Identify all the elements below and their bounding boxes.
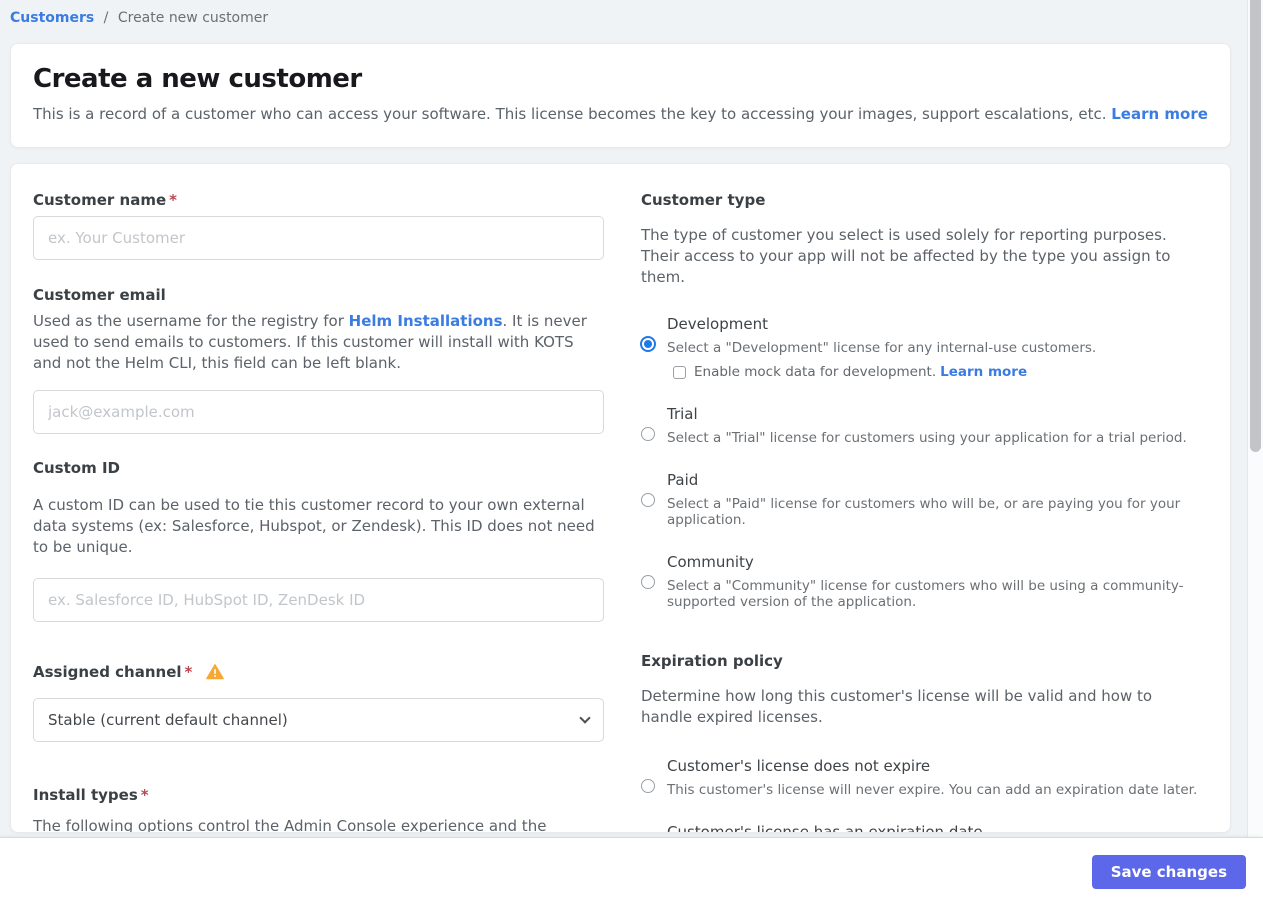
development-option-description: Select a "Development" license for any i…: [667, 340, 1097, 356]
breadcrumb-current: Create new customer: [117, 10, 269, 26]
required-asterisk: *: [184, 663, 193, 681]
breadcrumb-customers-link[interactable]: Customers: [10, 10, 94, 26]
install-types-label-text: Install types: [33, 786, 138, 804]
does-not-expire-label: Customer's license does not expire: [667, 757, 931, 775]
header-card: Create a new customer This is a record o…: [10, 43, 1231, 148]
has-expiration-date-label: Customer's license has an expiration dat…: [667, 823, 983, 833]
custom-id-label: Custom ID: [33, 459, 120, 477]
customer-type-options: Development Select a "Development" licen…: [640, 314, 1201, 610]
page-description-text: This is a record of a customer who can a…: [33, 105, 1112, 123]
scrollbar-thumb[interactable]: [1250, 0, 1261, 452]
assigned-channel-select[interactable]: Stable (current default channel): [33, 698, 604, 742]
trial-radio[interactable]: [641, 427, 655, 441]
email-desc-text-1: Used as the username for the registry fo…: [33, 312, 349, 330]
customer-type-option-development: Development Select a "Development" licen…: [640, 314, 1201, 380]
does-not-expire-description: This customer's license will never expir…: [667, 782, 1198, 798]
customer-name-label-text: Customer name: [33, 191, 167, 209]
customer-type-title: Customer type: [641, 191, 766, 209]
helm-installations-link[interactable]: Helm Installations: [349, 312, 503, 330]
expiration-policy-options: Customer's license does not expire This …: [641, 756, 1201, 833]
expiration-option-does-not-expire: Customer's license does not expire This …: [641, 756, 1201, 798]
expiration-policy-description: Determine how long this customer's licen…: [641, 687, 1153, 726]
development-radio[interactable]: [640, 336, 656, 352]
expiration-policy-title: Expiration policy: [641, 652, 783, 670]
assigned-channel-label: Assigned channel *: [33, 663, 604, 684]
customer-name-input[interactable]: [33, 216, 604, 260]
customer-email-description: Used as the username for the registry fo…: [33, 311, 604, 374]
trial-option-description: Select a "Trial" license for customers u…: [667, 430, 1187, 446]
warning-triangle-icon: [205, 664, 224, 684]
required-asterisk: *: [169, 191, 177, 209]
custom-id-description: A custom ID can be used to tie this cust…: [33, 496, 595, 556]
customer-email-input[interactable]: [33, 390, 604, 434]
does-not-expire-radio[interactable]: [641, 779, 655, 793]
create-customer-page: Customers / Create new customer Create a…: [0, 0, 1263, 905]
form-card: Customer name* Customer email Used as th…: [10, 163, 1231, 833]
page-scrollbar: [1247, 0, 1263, 837]
custom-id-input[interactable]: [33, 578, 604, 622]
paid-option-label: Paid: [667, 471, 699, 489]
customer-type-option-community: Community Select a "Community" license f…: [641, 552, 1201, 610]
breadcrumb-separator: /: [103, 10, 109, 26]
form-right-column: Customer type The type of customer you s…: [640, 191, 1201, 832]
trial-option-label: Trial: [667, 405, 698, 423]
install-types-label: Install types *: [33, 786, 604, 804]
paid-radio[interactable]: [641, 493, 655, 507]
mock-data-checkbox-label: Enable mock data for development.: [694, 364, 937, 380]
chevron-down-icon: [579, 712, 591, 724]
save-changes-button[interactable]: Save changes: [1091, 855, 1246, 889]
mock-data-checkbox[interactable]: [673, 365, 686, 379]
customer-type-description: The type of customer you select is used …: [641, 226, 1171, 286]
community-option-description: Select a "Community" license for custome…: [667, 578, 1184, 610]
community-option-label: Community: [667, 553, 754, 571]
community-radio[interactable]: [641, 575, 655, 589]
assigned-channel-selected-value: Stable (current default channel): [48, 711, 288, 729]
assigned-channel-label-text: Assigned channel: [33, 663, 182, 681]
footer-bar: Save changes: [0, 837, 1263, 905]
expiration-option-has-expiration-date: Customer's license has an expiration dat…: [641, 822, 1201, 833]
development-option-label: Development: [667, 315, 768, 333]
page-title: Create a new customer: [33, 64, 362, 94]
page-description: This is a record of a customer who can a…: [33, 105, 1208, 123]
install-types-desc-text: The following options control the Admin …: [33, 817, 547, 833]
mock-data-learn-more-link[interactable]: Learn more: [940, 364, 1027, 380]
header-learn-more-link[interactable]: Learn more: [1111, 105, 1208, 123]
customer-name-label: Customer name *: [33, 191, 604, 209]
customer-type-option-paid: Paid Select a "Paid" license for custome…: [641, 470, 1201, 528]
customer-email-label: Customer email: [33, 286, 166, 304]
paid-option-description: Select a "Paid" license for customers wh…: [667, 496, 1181, 528]
mock-data-checkbox-row: Enable mock data for development. Learn …: [673, 364, 1201, 380]
customer-type-option-trial: Trial Select a "Trial" license for custo…: [641, 404, 1201, 446]
required-asterisk: *: [140, 786, 149, 804]
install-types-description: The following options control the Admin …: [33, 816, 604, 833]
form-left-column: Customer name* Customer email Used as th…: [33, 191, 604, 832]
breadcrumb: Customers / Create new customer: [10, 10, 268, 26]
